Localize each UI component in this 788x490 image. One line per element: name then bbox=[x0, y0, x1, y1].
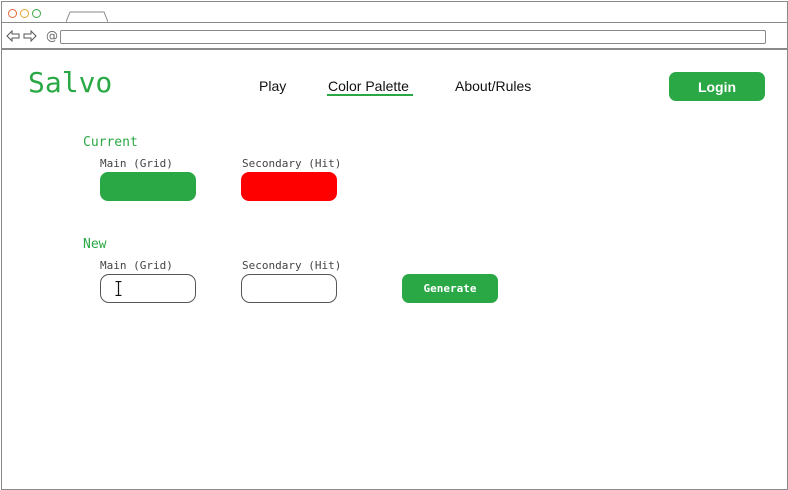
new-secondary-label: Secondary (Hit) bbox=[242, 259, 342, 272]
back-arrow-icon[interactable] bbox=[6, 30, 20, 42]
new-section-title: New bbox=[83, 237, 107, 252]
text-cursor-icon bbox=[115, 281, 122, 296]
browser-titlebar bbox=[2, 2, 787, 23]
address-bar-input[interactable] bbox=[60, 30, 766, 44]
forward-arrow-icon[interactable] bbox=[23, 30, 37, 42]
new-secondary-color-input[interactable] bbox=[241, 274, 337, 303]
nav-link-color-palette[interactable]: Color Palette bbox=[328, 78, 409, 94]
maximize-window-icon[interactable] bbox=[32, 9, 41, 18]
browser-window: @ Salvo Play Color Palette About/Rules L… bbox=[1, 1, 788, 490]
site-info-icon: @ bbox=[46, 29, 58, 43]
active-nav-indicator bbox=[327, 94, 413, 96]
current-secondary-color-swatch bbox=[241, 172, 337, 201]
browser-toolbar: @ bbox=[2, 23, 787, 50]
current-secondary-label: Secondary (Hit) bbox=[242, 157, 342, 170]
brand-logo[interactable]: Salvo bbox=[28, 66, 112, 99]
current-main-color-swatch bbox=[100, 172, 196, 201]
nav-link-play[interactable]: Play bbox=[259, 78, 286, 94]
current-main-label: Main (Grid) bbox=[100, 157, 173, 170]
current-section-title: Current bbox=[83, 135, 138, 150]
generate-button[interactable]: Generate bbox=[402, 274, 498, 303]
nav-link-about-rules[interactable]: About/Rules bbox=[455, 78, 531, 94]
minimize-window-icon[interactable] bbox=[20, 9, 29, 18]
close-window-icon[interactable] bbox=[8, 9, 17, 18]
login-button[interactable]: Login bbox=[669, 72, 765, 101]
browser-tab[interactable] bbox=[66, 11, 108, 22]
new-main-label: Main (Grid) bbox=[100, 259, 173, 272]
